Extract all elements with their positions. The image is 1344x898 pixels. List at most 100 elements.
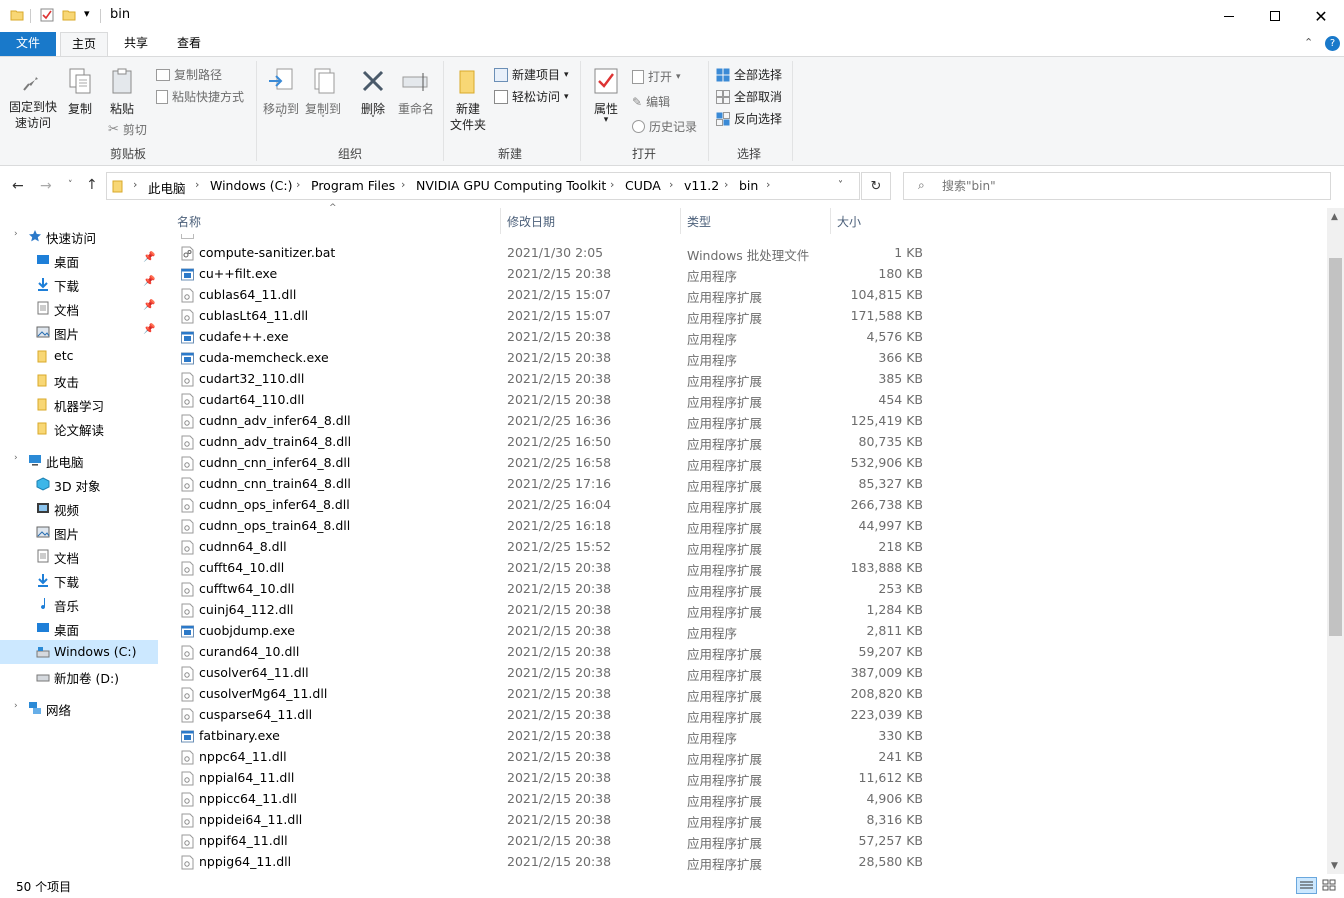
file-row[interactable]: nppial64_11.dll 2021/2/15 20:38 应用程序扩展 11,6… [161, 768, 931, 789]
nav-quick-item[interactable]: 图片 📌 [0, 320, 158, 344]
breadcrumb-separator-icon[interactable]: › [610, 178, 614, 191]
select-all-button[interactable]: 全部选择 [716, 66, 782, 83]
tab-home[interactable]: 主页 [60, 32, 108, 57]
pin-quick-access-button[interactable]: 固定到快 速访问 [6, 67, 60, 131]
file-row[interactable]: cudnn64_8.dll 2021/2/25 15:52 应用程序扩展 218 KB [161, 537, 931, 558]
open-button[interactable]: 打开 ▾ [632, 68, 681, 85]
nav-pc-item[interactable]: 桌面 [0, 616, 158, 640]
file-row[interactable]: nppig64_11.dll 2021/2/15 20:38 应用程序扩展 28,58… [161, 852, 931, 873]
file-row[interactable]: cudnn_cnn_train64_8.dll 2021/2/25 17:16 应用… [161, 474, 931, 495]
search-box[interactable]: ⌕ [903, 172, 1331, 200]
large-icons-view-button[interactable] [1320, 877, 1340, 894]
file-row[interactable]: cublasLt64_11.dll 2021/2/15 15:07 应用程序扩展 17… [161, 306, 931, 327]
nav-quick-access[interactable]: › 快速访问 [0, 224, 158, 248]
paste-button[interactable]: 粘贴 [104, 67, 140, 117]
column-size[interactable]: 大小 [831, 208, 931, 234]
delete-button[interactable]: 删除 ˅ [356, 67, 390, 125]
file-row[interactable]: fatbinary.exe 2021/2/15 20:38 应用程序 330 KB [161, 726, 931, 747]
properties-button[interactable]: 属性 ▾ [588, 67, 624, 125]
rename-button[interactable]: 重命名 [394, 67, 438, 117]
file-row[interactable]: nppidei64_11.dll 2021/2/15 20:38 应用程序扩展 8,3… [161, 810, 931, 831]
breadcrumb-item[interactable]: v11.2 [684, 178, 719, 193]
maximize-button[interactable] [1252, 0, 1298, 32]
file-row[interactable]: compute-sanitizer.bat 2021/1/30 2:05 Windo… [161, 243, 931, 264]
breadcrumb-item[interactable]: bin [739, 178, 758, 193]
new-folder-quick-icon[interactable] [62, 8, 76, 22]
copy-path-button[interactable]: 复制路径 [156, 66, 222, 83]
expand-chevron-icon[interactable]: › [14, 453, 18, 463]
nav-quick-item[interactable]: 论文解读 [0, 416, 158, 440]
column-type[interactable]: 类型 [681, 208, 831, 234]
address-dropdown-icon[interactable]: ˅ [838, 180, 843, 191]
history-button[interactable]: 历史记录 [632, 118, 697, 135]
column-date[interactable]: 修改日期 [501, 208, 681, 234]
breadcrumb-item[interactable]: 此电脑 [148, 178, 186, 197]
nav-pc-item[interactable]: 图片 [0, 520, 158, 544]
file-row[interactable]: cudnn_adv_train64_8.dll 2021/2/25 16:50 应用… [161, 432, 931, 453]
cut-button[interactable]: ✂ 剪切 [108, 121, 147, 138]
file-row[interactable]: cudnn_ops_infer64_8.dll 2021/2/25 16:04 应用… [161, 495, 931, 516]
breadcrumb-separator-icon[interactable]: › [401, 178, 405, 191]
nav-quick-item[interactable]: etc [0, 344, 158, 368]
paste-shortcut-button[interactable]: 粘贴快捷方式 [156, 88, 244, 105]
file-row[interactable]: cudart64_110.dll 2021/2/15 20:38 应用程序扩展 454… [161, 390, 931, 411]
file-row[interactable]: cudafe++.exe 2021/2/15 20:38 应用程序 4,576 KB [161, 327, 931, 348]
expand-chevron-icon[interactable]: › [14, 701, 18, 711]
minimize-button[interactable] [1206, 0, 1252, 32]
breadcrumb-separator-icon[interactable]: › [296, 178, 300, 191]
recent-locations-icon[interactable]: ˅ [68, 180, 73, 190]
breadcrumb-separator-icon[interactable]: › [724, 178, 728, 191]
breadcrumb-item[interactable]: Windows (C:) [210, 178, 292, 193]
file-row[interactable]: nppicc64_11.dll 2021/2/15 20:38 应用程序扩展 4,90… [161, 789, 931, 810]
file-row[interactable]: cusolver64_11.dll 2021/2/15 20:38 应用程序扩展 38… [161, 663, 931, 684]
column-name[interactable]: 名称 [171, 208, 501, 234]
copy-to-button[interactable]: 复制到 ˅ [302, 67, 344, 125]
customize-quick-access-icon[interactable]: ▾ [84, 7, 90, 20]
collapse-ribbon-icon[interactable]: ⌃ [1304, 36, 1313, 49]
invert-selection-button[interactable]: 反向选择 [716, 110, 782, 127]
nav-pc-item[interactable]: 3D 对象 [0, 472, 158, 496]
edit-button[interactable]: ✎ 编辑 [632, 93, 670, 110]
nav-pc-item[interactable]: 文档 [0, 544, 158, 568]
file-row[interactable]: cublas64_11.dll 2021/2/15 15:07 应用程序扩展 104,… [161, 285, 931, 306]
file-row[interactable]: cuobjdump.exe 2021/2/15 20:38 应用程序 2,811 KB [161, 621, 931, 642]
copy-button[interactable]: 复制 [62, 67, 98, 117]
file-row[interactable]: cudnn_adv_infer64_8.dll 2021/2/25 16:36 应用… [161, 411, 931, 432]
easy-access-button[interactable]: 轻松访问 ▾ [494, 88, 569, 105]
file-row[interactable]: cufftw64_10.dll 2021/2/15 20:38 应用程序扩展 253 … [161, 579, 931, 600]
search-input[interactable] [942, 178, 1312, 194]
tab-file[interactable]: 文件 [0, 32, 56, 56]
nav-pc-item[interactable]: 下载 [0, 568, 158, 592]
nav-pc-item[interactable]: 新加卷 (D:) [0, 664, 158, 688]
expand-chevron-icon[interactable]: › [14, 229, 18, 239]
nav-quick-item[interactable]: 桌面 📌 [0, 248, 158, 272]
refresh-button[interactable]: ↻ [861, 172, 891, 200]
breadcrumb-item[interactable]: CUDA [625, 178, 661, 193]
scroll-up-arrow[interactable]: ▲ [1331, 212, 1338, 222]
file-row[interactable]: cusparse64_11.dll 2021/2/15 20:38 应用程序扩展 22… [161, 705, 931, 726]
nav-pc-item[interactable]: Windows (C:) [0, 640, 158, 664]
close-button[interactable]: ✕ [1298, 0, 1344, 32]
file-row[interactable]: cufft64_10.dll 2021/2/15 20:38 应用程序扩展 183,8… [161, 558, 931, 579]
scroll-down-arrow[interactable]: ▼ [1331, 861, 1338, 871]
file-row[interactable]: curand64_10.dll 2021/2/15 20:38 应用程序扩展 59,2… [161, 642, 931, 663]
file-row[interactable]: cudart32_110.dll 2021/2/15 20:38 应用程序扩展 385… [161, 369, 931, 390]
select-none-button[interactable]: 全部取消 [716, 88, 782, 105]
breadcrumb-item[interactable]: NVIDIA GPU Computing Toolkit [416, 178, 606, 193]
new-folder-button[interactable]: 新建 文件夹 [446, 67, 490, 133]
nav-pc-item[interactable]: 视频 [0, 496, 158, 520]
up-button[interactable]: ↑ [86, 177, 98, 193]
file-row[interactable]: cudnn_cnn_infer64_8.dll 2021/2/25 16:58 应用… [161, 453, 931, 474]
tab-share[interactable]: 共享 [112, 32, 160, 56]
file-row[interactable]: cudnn_ops_train64_8.dll 2021/2/25 16:18 应用… [161, 516, 931, 537]
nav-quick-item[interactable]: 攻击 [0, 368, 158, 392]
scrollbar-thumb[interactable] [1329, 258, 1342, 636]
file-row[interactable]: cu++filt.exe 2021/2/15 20:38 应用程序 180 KB [161, 264, 931, 285]
help-icon[interactable]: ? [1325, 36, 1340, 51]
new-item-button[interactable]: 新建项目 ▾ [494, 66, 569, 83]
details-view-button[interactable] [1296, 877, 1317, 894]
nav-network[interactable]: › 网络 [0, 696, 158, 720]
nav-quick-item[interactable]: 下载 📌 [0, 272, 158, 296]
breadcrumb-separator-icon[interactable]: › [669, 178, 673, 191]
nav-this-pc[interactable]: › 此电脑 [0, 448, 158, 472]
